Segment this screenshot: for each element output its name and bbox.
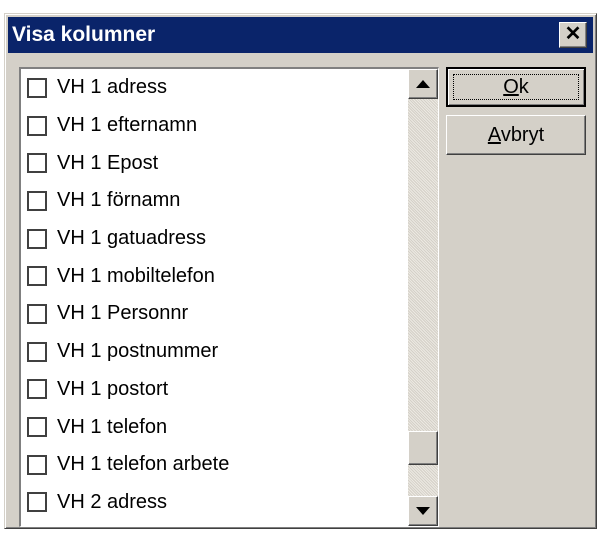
list-items: VH 1 adress VH 1 efternamn VH 1 Epost VH 1 … <box>21 69 408 526</box>
vertical-scrollbar[interactable] <box>408 69 438 526</box>
list-item[interactable]: VH 1 postort <box>21 371 408 409</box>
list-item[interactable]: VH 1 postnummer <box>21 333 408 371</box>
checkbox[interactable] <box>27 417 47 438</box>
list-item-label: VH 1 Personnr <box>57 302 189 325</box>
checkbox[interactable] <box>27 228 47 249</box>
focus-rectangle <box>453 74 579 100</box>
list-item-label: VH 2 adress <box>57 490 168 513</box>
list-item[interactable]: VH 1 telefon <box>21 408 408 446</box>
list-item-label: VH 1 förnamn <box>57 189 181 212</box>
cancel-label-rest: vbryt <box>500 124 545 146</box>
list-item-label: VH 1 telefon arbete <box>57 453 230 476</box>
window-title: Visa kolumner <box>12 23 156 46</box>
arrow-down-icon <box>416 507 430 515</box>
list-item[interactable]: VH 1 förnamn <box>21 182 408 220</box>
checkbox[interactable] <box>27 303 47 324</box>
cancel-button[interactable]: Avbryt <box>446 115 586 155</box>
list-item-label: VH 1 Epost <box>57 151 159 174</box>
list-item[interactable]: VH 1 Epost <box>21 144 408 182</box>
checkbox[interactable] <box>27 454 47 475</box>
cancel-mnemonic: A <box>487 124 501 146</box>
checkbox[interactable] <box>27 115 47 136</box>
scroll-down-button[interactable] <box>408 496 438 526</box>
scroll-thumb[interactable] <box>408 431 438 465</box>
close-icon: ✕ <box>564 23 582 45</box>
list-item[interactable]: VH 1 gatuadress <box>21 220 408 258</box>
list-item-label: VH 1 postnummer <box>57 340 219 363</box>
ok-button[interactable]: Ok <box>446 67 586 107</box>
checkbox[interactable] <box>27 153 47 174</box>
checkbox[interactable] <box>27 379 47 400</box>
checkbox[interactable] <box>27 77 47 98</box>
list-item-label: VH 1 gatuadress <box>57 227 206 250</box>
column-checklist[interactable]: VH 1 adress VH 1 efternamn VH 1 Epost VH 1 … <box>19 67 439 527</box>
arrow-up-icon <box>416 80 430 88</box>
checkbox[interactable] <box>27 190 47 211</box>
list-item[interactable]: VH 1 Personnr <box>21 295 408 333</box>
dialog-window: Visa kolumner ✕ VH 1 adress VH 1 efternam… <box>4 13 597 529</box>
scroll-up-button[interactable] <box>408 69 438 99</box>
list-item-label: VH 1 adress <box>57 76 168 99</box>
list-item[interactable]: VH 2 eftern <box>21 521 408 526</box>
list-item-label: VH 1 postort <box>57 377 169 400</box>
title-bar[interactable]: Visa kolumner ✕ <box>8 17 593 53</box>
checkbox[interactable] <box>27 341 47 362</box>
close-button[interactable]: ✕ <box>559 22 587 48</box>
list-item[interactable]: VH 1 efternamn <box>21 107 408 145</box>
checkbox[interactable] <box>27 492 47 513</box>
list-item[interactable]: VH 1 adress <box>21 69 408 107</box>
list-item[interactable]: VH 2 adress <box>21 484 408 522</box>
list-item-label: VH 1 mobiltelefon <box>57 264 215 287</box>
list-item[interactable]: VH 1 telefon arbete <box>21 446 408 484</box>
checkbox[interactable] <box>27 266 47 287</box>
list-item[interactable]: VH 1 mobiltelefon <box>21 257 408 295</box>
list-item-label: VH 1 efternamn <box>57 114 198 137</box>
list-item-label: VH 1 telefon <box>57 415 168 438</box>
